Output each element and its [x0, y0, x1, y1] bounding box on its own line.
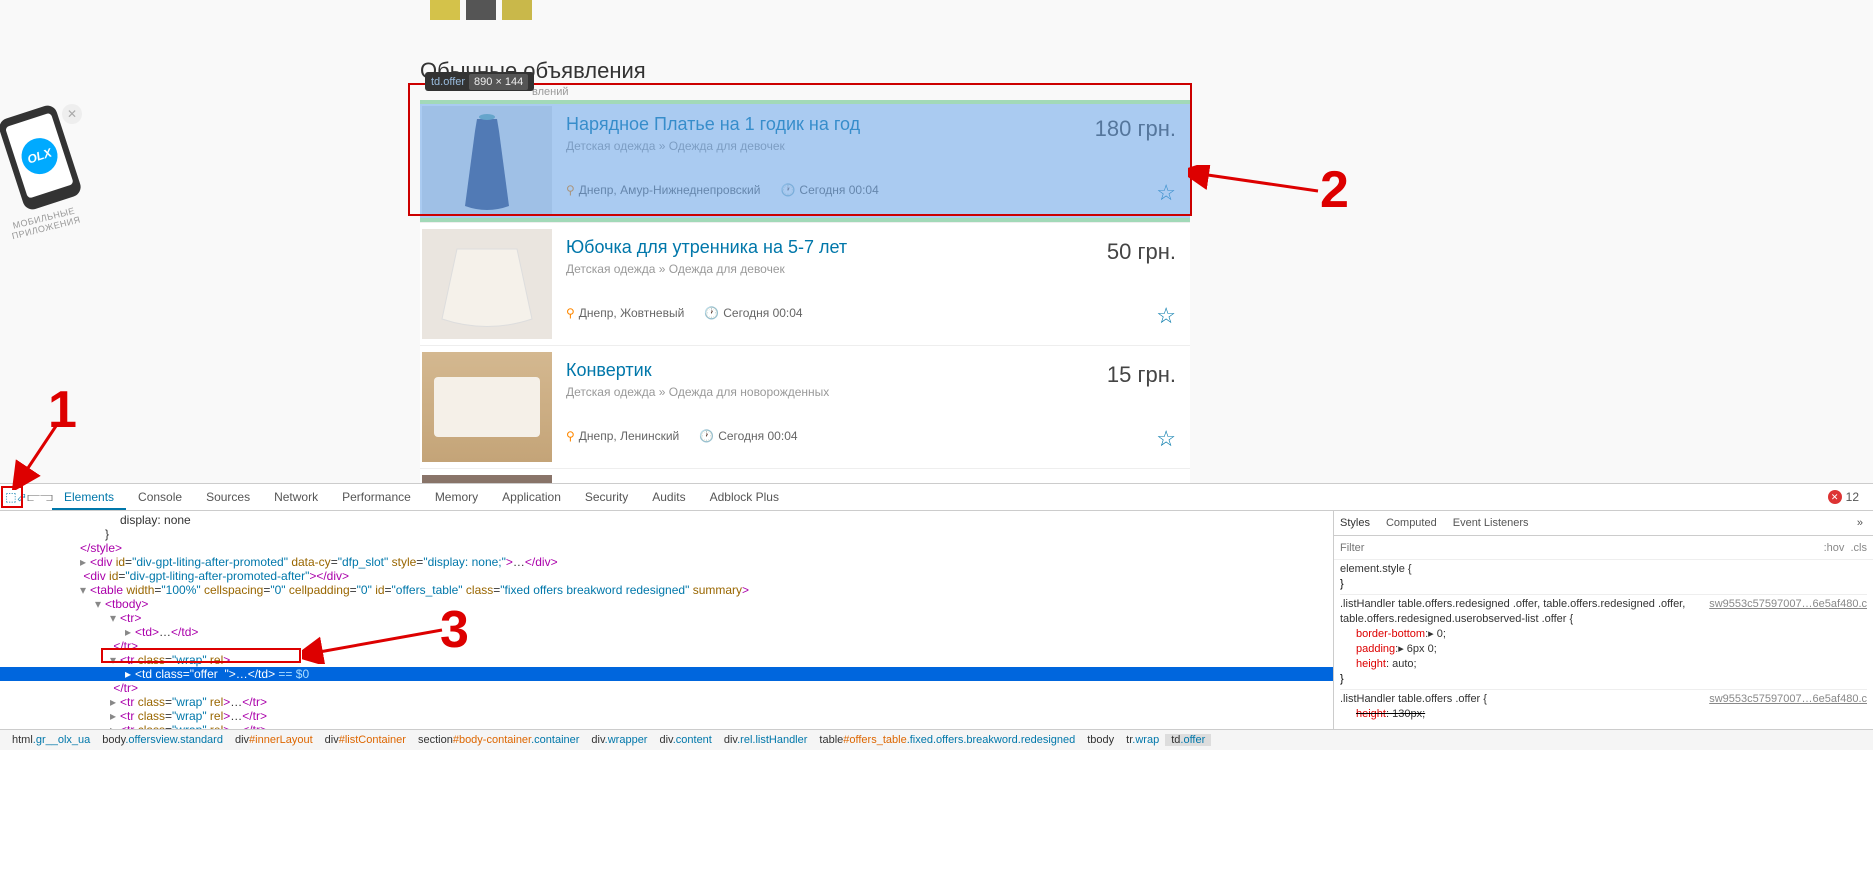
cls-toggle[interactable]: .cls — [1851, 542, 1868, 554]
offer-category: Детская одежда » Одежда для девочек — [566, 262, 1036, 276]
more-tabs-icon[interactable]: » — [1857, 517, 1863, 529]
offer-photo[interactable] — [422, 106, 552, 216]
annotation-arrow-2 — [1188, 165, 1328, 205]
css-source-link[interactable]: sw9553c57597007…6e5af480.c — [1709, 597, 1867, 612]
offer-time: 🕐Сегодня 00:04 — [704, 306, 802, 320]
olx-logo: OLX — [17, 133, 62, 178]
subtitle-fragment: влений — [532, 86, 1302, 98]
offer-photo[interactable] — [422, 229, 552, 339]
tab-audits[interactable]: Audits — [640, 484, 697, 510]
pin-icon: ⚲ — [566, 429, 575, 443]
annotation-box-3 — [101, 648, 301, 663]
offer-row[interactable]: Юбочка для утренника на 5-7 лет Детская … — [420, 223, 1190, 346]
offer-price: 180 грн. — [1050, 116, 1176, 142]
offer-time: 🕐Сегодня 00:04 — [780, 183, 878, 197]
annotation-2: 2 — [1320, 160, 1349, 220]
tab-console[interactable]: Console — [126, 484, 194, 510]
thumb-row — [420, 0, 1190, 20]
devtools-panel: ⬚⬀ ⫍⫎ Elements Console Sources Network P… — [0, 483, 1873, 888]
computed-tab[interactable]: Computed — [1386, 517, 1437, 529]
css-rules[interactable]: element.style { } sw9553c57597007…6e5af4… — [1334, 560, 1873, 729]
styles-panel: Styles Computed Event Listeners » :hov .… — [1333, 511, 1873, 729]
offer-location: ⚲Днепр, Жовтневый — [566, 306, 684, 320]
offer-title[interactable]: Конвертик — [566, 360, 652, 381]
annotation-3: 3 — [440, 600, 469, 660]
css-source-link[interactable]: sw9553c57597007…6e5af480.c — [1709, 692, 1867, 707]
tab-network[interactable]: Network — [262, 484, 330, 510]
event-listeners-tab[interactable]: Event Listeners — [1453, 517, 1529, 529]
breadcrumb[interactable]: html.gr__olx_ua body.offersview.standard… — [0, 729, 1873, 750]
favorite-star-icon[interactable]: ☆ — [1156, 426, 1176, 452]
selected-dom-node[interactable]: ▸<td class="offer ">…</td> == $0 — [0, 667, 1333, 681]
offer-title[interactable]: Нарядное Платье на 1 годик на год — [566, 114, 860, 135]
favorite-star-icon[interactable]: ☆ — [1156, 303, 1176, 329]
elements-tree[interactable]: display: none } </style> ▸<div id="div-g… — [0, 511, 1333, 729]
error-count[interactable]: ✕12 — [1818, 484, 1869, 510]
section-title: Обычные объявления — [420, 58, 1190, 84]
offer-category: Детская одежда » Одежда для новорожденны… — [566, 385, 1036, 399]
styles-filter-input[interactable] — [1340, 542, 1824, 554]
offer-location: ⚲Днепр, Ленинский — [566, 429, 679, 443]
hov-toggle[interactable]: :hov — [1824, 542, 1845, 554]
offer-category: Детская одежда » Одежда для девочек — [566, 139, 1036, 153]
offer-time: 🕐Сегодня 00:04 — [699, 429, 797, 443]
offer-price: 50 грн. — [1050, 239, 1176, 265]
offer-row[interactable]: Конвертик Детская одежда » Одежда для но… — [420, 346, 1190, 469]
tab-memory[interactable]: Memory — [423, 484, 490, 510]
annotation-arrow-3 — [302, 624, 452, 664]
mobile-apps-text: МОБИЛЬНЫЕПРИЛОЖЕНИЯ — [0, 202, 91, 243]
tab-security[interactable]: Security — [573, 484, 640, 510]
clock-icon: 🕐 — [699, 429, 714, 443]
offer-title[interactable]: Юбочка для утренника на 5-7 лет — [566, 237, 847, 258]
pin-icon: ⚲ — [566, 306, 575, 320]
pin-icon: ⚲ — [566, 183, 575, 197]
tab-application[interactable]: Application — [490, 484, 573, 510]
mobile-app-promo[interactable]: ✕ OLX МОБИЛЬНЫЕПРИЛОЖЕНИЯ — [0, 110, 90, 233]
offer-price: 15 грн. — [1050, 362, 1176, 388]
tab-elements[interactable]: Elements — [52, 484, 126, 510]
error-icon: ✕ — [1828, 490, 1842, 504]
tab-performance[interactable]: Performance — [330, 484, 423, 510]
inspect-tooltip: td.offer890 × 144 — [425, 72, 534, 91]
clock-icon: 🕐 — [780, 183, 795, 197]
tab-sources[interactable]: Sources — [194, 484, 262, 510]
offer-row[interactable]: Нарядное Платье на 1 годик на год Детска… — [420, 100, 1190, 223]
clock-icon: 🕐 — [704, 306, 719, 320]
annotation-1: 1 — [48, 380, 77, 440]
offer-location: ⚲Днепр, Амур-Нижнеднепровский — [566, 183, 760, 197]
favorite-star-icon[interactable]: ☆ — [1156, 180, 1176, 206]
offer-photo[interactable] — [422, 352, 552, 462]
styles-tab[interactable]: Styles — [1340, 517, 1370, 529]
close-promo-icon[interactable]: ✕ — [62, 104, 82, 124]
tab-adblock[interactable]: Adblock Plus — [698, 484, 791, 510]
